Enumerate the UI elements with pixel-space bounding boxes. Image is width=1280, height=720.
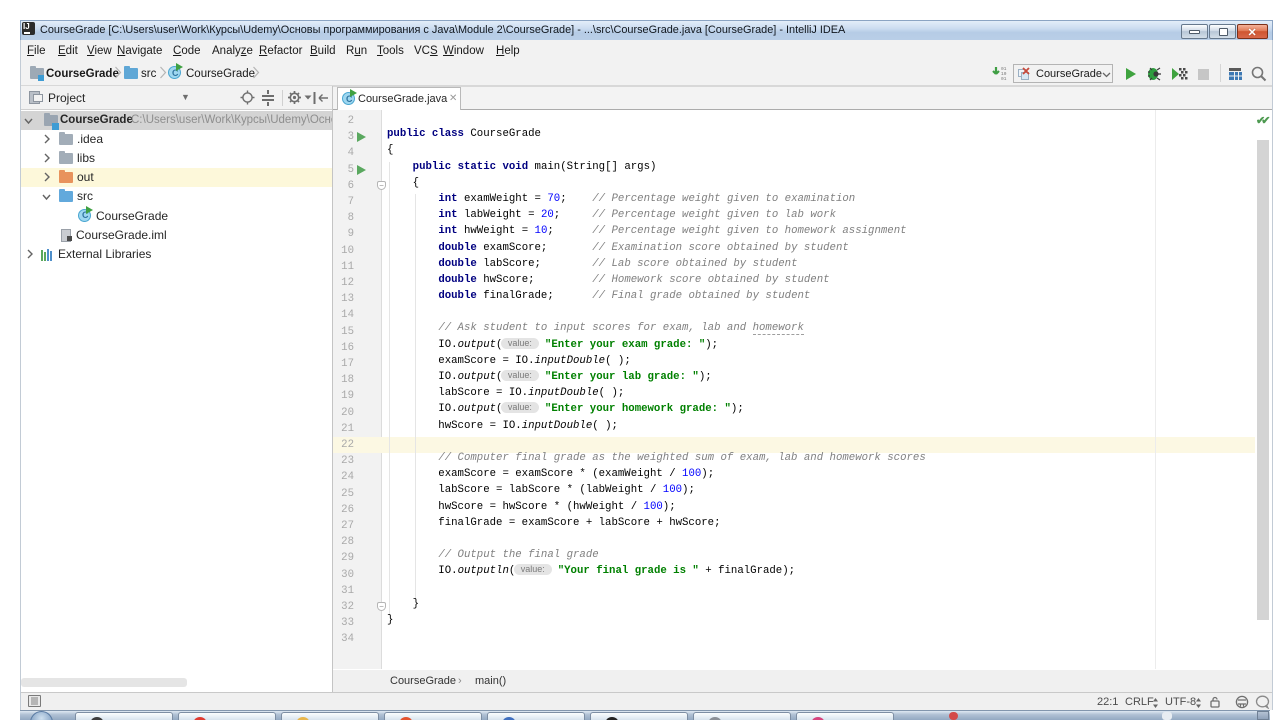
svg-text:01: 01 <box>1001 76 1007 81</box>
